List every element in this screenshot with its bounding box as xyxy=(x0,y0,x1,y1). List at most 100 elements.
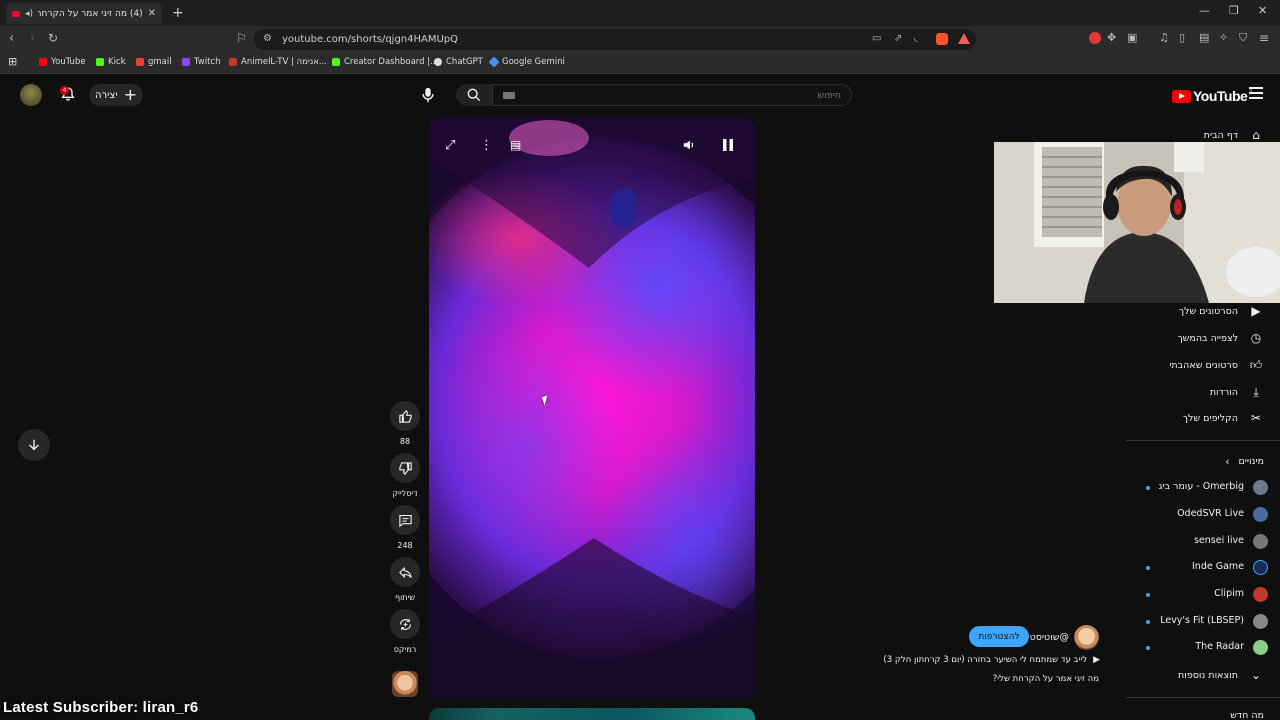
back-icon[interactable]: ‹ xyxy=(9,31,14,46)
bookmark-chatgpt[interactable]: ChatGPT xyxy=(434,57,483,67)
guide-menu-icon[interactable] xyxy=(1249,87,1263,102)
play-icon: ▶ xyxy=(1093,655,1100,665)
apps-grid-icon[interactable]: ⊞ xyxy=(8,55,17,68)
join-button[interactable]: להצטרפות xyxy=(969,626,1029,647)
channel-avatar xyxy=(1253,480,1268,495)
subscription-item[interactable]: Clipim xyxy=(1126,586,1276,604)
brave-shield-icon[interactable] xyxy=(936,33,948,45)
forward-icon[interactable]: › xyxy=(30,31,35,46)
subscription-item[interactable]: Levy's Fit (LBSEP) xyxy=(1126,613,1276,631)
sidebar-item-downloads[interactable]: ⤓ הורדות xyxy=(1210,385,1264,400)
new-tab-icon[interactable]: + xyxy=(172,5,184,21)
show-more-button[interactable]: ⌄ תוצאות נוספות xyxy=(1178,668,1264,682)
youtube-logo[interactable]: YouTube IL xyxy=(1172,88,1254,104)
subscription-item[interactable]: עומר ביג - Omerbig xyxy=(1126,479,1276,497)
bookmarks-bar: ⊞ YouTube Kick gmail Twitch AnimelL-TV |… xyxy=(0,52,1280,74)
rss-icon[interactable]: ◟ xyxy=(914,33,918,44)
leo-ai-icon[interactable]: ✧ xyxy=(1219,31,1228,44)
volume-icon[interactable] xyxy=(682,138,696,156)
menu-icon[interactable]: ≡ xyxy=(1259,31,1269,45)
sidebar-toggle-icon[interactable]: ▯ xyxy=(1179,31,1185,44)
channel-avatar xyxy=(1253,507,1268,522)
browser-tab-bar: ◂) (4) מה זיגי אמר על הקרחת שלי? ✕ + — ❐… xyxy=(0,0,1280,26)
vpn-icon[interactable]: ⛉ xyxy=(1239,31,1247,45)
address-bar[interactable]: ⚙ youtube.com/shorts/qjgn4HAMUpQ ▭ ⇗ ◟ xyxy=(254,29,976,50)
youtube-favicon-icon xyxy=(12,10,20,17)
extensions-icon[interactable]: ✥ xyxy=(1107,31,1116,44)
close-window-icon[interactable]: ✕ xyxy=(1258,4,1267,17)
bookmark-youtube[interactable]: YouTube xyxy=(39,57,86,67)
speaker-icon[interactable]: ◂) xyxy=(25,9,33,19)
remix-label: רמיקס xyxy=(393,645,417,654)
share-button[interactable]: שיתוף xyxy=(390,557,420,602)
live-dot-icon xyxy=(1146,620,1150,624)
sidebar-item-your-videos[interactable]: ▶ הסרטונים שלך xyxy=(1179,304,1264,318)
expand-icon[interactable]: ⤢ xyxy=(445,138,455,153)
close-tab-icon[interactable]: ✕ xyxy=(148,8,156,19)
account-avatar[interactable] xyxy=(20,84,42,106)
sidebar-item-liked[interactable]: 👍︎ סרטונים שאהבתי xyxy=(1169,358,1264,373)
live-dot-icon xyxy=(1146,566,1150,570)
bookmark-creator-dashboard[interactable]: Creator Dashboard |... xyxy=(332,57,438,67)
clips-icon: ✂ xyxy=(1250,411,1262,425)
channel-avatar xyxy=(1253,534,1268,549)
dislike-icon xyxy=(390,453,420,483)
shorts-video-player[interactable] xyxy=(429,118,755,698)
share-page-icon[interactable]: ⇗ xyxy=(894,33,902,44)
sound-thumbnail[interactable] xyxy=(392,671,418,697)
live-dot-icon xyxy=(1146,486,1150,490)
bookmark-gemini[interactable]: Google Gemini xyxy=(488,56,565,68)
subscription-item[interactable]: Inde Game xyxy=(1126,559,1276,577)
live-stream-link[interactable]: ▶ לייב עד שמתמח לי השיער בחזרה (יום 3 קר… xyxy=(883,655,1100,665)
comment-icon xyxy=(390,505,420,535)
comment-count: 248 xyxy=(397,541,413,550)
channel-handle[interactable]: @שוטיסט xyxy=(1030,632,1069,643)
tabs-icon[interactable]: ▤ xyxy=(1199,31,1209,44)
like-icon xyxy=(390,401,420,431)
brave-rewards-icon[interactable] xyxy=(958,33,970,44)
restore-icon[interactable]: ❐ xyxy=(1229,4,1239,17)
next-short-button[interactable] xyxy=(18,429,50,461)
search-bar xyxy=(492,84,852,106)
captions-icon[interactable]: ▤ xyxy=(510,138,521,152)
address-row: ‹ › ↻ ⚐ ⚙ youtube.com/shorts/qjgn4HAMUpQ… xyxy=(0,26,1280,52)
tab-title: (4) מה זיגי אמר על הקרחת שלי? xyxy=(38,8,143,19)
pause-icon[interactable] xyxy=(722,138,734,156)
site-info-icon[interactable]: ⚙ xyxy=(263,33,272,44)
next-short-preview[interactable] xyxy=(429,708,755,720)
watch-later-icon: ◷ xyxy=(1250,331,1262,345)
share-icon xyxy=(390,557,420,587)
sidebar-item-clips[interactable]: ✂ הקליפים שלך xyxy=(1183,411,1264,425)
subscription-item[interactable]: sensei live xyxy=(1126,533,1276,551)
search-button[interactable] xyxy=(456,84,492,106)
wallet-icon[interactable]: ▣ xyxy=(1127,31,1137,44)
browser-tab[interactable]: ◂) (4) מה זיגי אמר על הקרחת שלי? ✕ xyxy=(6,3,162,24)
bookmark-gmail[interactable]: gmail xyxy=(136,57,172,67)
reload-icon[interactable]: ↻ xyxy=(48,31,58,45)
search-input[interactable] xyxy=(515,89,841,101)
bookmark-animel[interactable]: AnimelL-TV | אנימה... xyxy=(229,57,327,67)
bookmark-twitch[interactable]: Twitch xyxy=(182,57,221,67)
subscription-item[interactable]: OdedSVR Live xyxy=(1126,506,1276,524)
like-button[interactable]: 88 xyxy=(390,401,420,446)
subscriptions-header[interactable]: מינויים › xyxy=(1222,455,1264,468)
channel-avatar xyxy=(1253,560,1268,575)
bookmark-kick[interactable]: Kick xyxy=(96,57,126,67)
bookmark-icon[interactable]: ⚐ xyxy=(236,31,247,45)
keyboard-icon[interactable] xyxy=(503,91,515,99)
voice-search-mic-icon[interactable] xyxy=(417,84,439,106)
more-options-icon[interactable]: ⋮ xyxy=(480,138,493,153)
like-count: 88 xyxy=(399,437,411,446)
subscription-item[interactable]: The Radar xyxy=(1126,639,1276,657)
remix-button[interactable]: רמיקס xyxy=(390,609,420,654)
music-icon[interactable]: ♫ xyxy=(1159,31,1169,44)
cast-icon[interactable]: ▭ xyxy=(872,33,881,44)
record-extension-icon[interactable] xyxy=(1089,32,1101,44)
sidebar-item-home[interactable]: ⌂ דף הבית xyxy=(1204,128,1264,142)
dislike-button[interactable]: דיסלייק xyxy=(390,453,420,498)
comments-button[interactable]: 248 xyxy=(390,505,420,550)
channel-avatar[interactable] xyxy=(1074,625,1099,650)
sidebar-item-watch-later[interactable]: ◷ לצפייה בהמשך xyxy=(1178,331,1264,345)
minimize-icon[interactable]: — xyxy=(1199,4,1210,17)
create-button[interactable]: יצירה + xyxy=(89,84,143,106)
